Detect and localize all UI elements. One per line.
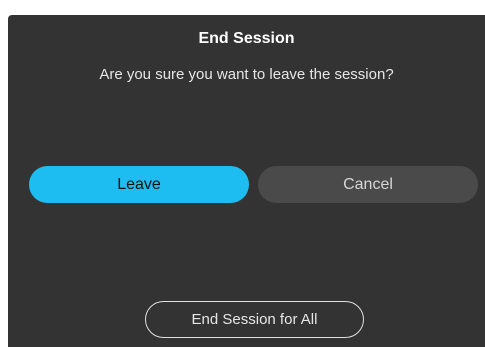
leave-button-label: Leave: [117, 175, 161, 193]
end-session-dialog: End Session Are you sure you want to lea…: [8, 15, 485, 347]
dialog-message: Are you sure you want to leave the sessi…: [99, 66, 394, 83]
leave-button[interactable]: Leave: [29, 166, 249, 203]
cancel-button[interactable]: Cancel: [258, 166, 478, 203]
dialog-title: End Session: [198, 30, 295, 47]
end-session-for-all-button[interactable]: End Session for All: [145, 301, 364, 338]
cancel-button-label: Cancel: [343, 175, 393, 193]
end-session-for-all-label: End Session for All: [191, 311, 318, 328]
